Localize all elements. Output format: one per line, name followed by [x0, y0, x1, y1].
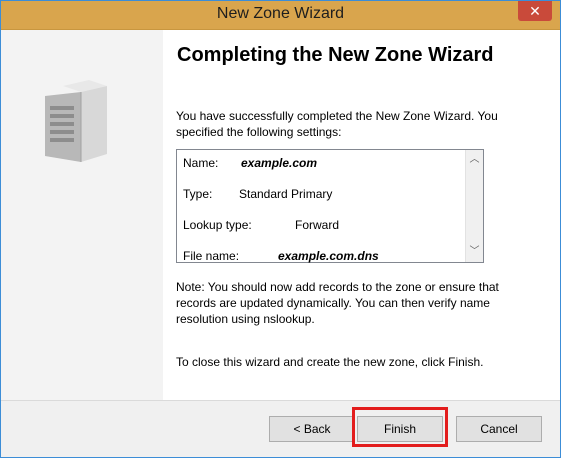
setting-value: example.com.dns: [278, 249, 379, 263]
setting-value: Forward: [295, 218, 340, 232]
setting-label: Lookup type:: [183, 218, 252, 232]
close-button[interactable]: ✕: [518, 1, 552, 21]
vertical-scrollbar[interactable]: ︿ ﹀: [465, 150, 483, 262]
wizard-sidebar: [1, 30, 163, 400]
footer-divider: [1, 400, 560, 401]
intro-text: You have successfully completed the New …: [176, 109, 498, 139]
server-icon: [45, 80, 107, 162]
setting-row-file-name: File name: example.com.dns: [183, 249, 379, 263]
setting-row-name: Name: example.com: [183, 156, 317, 170]
back-button[interactable]: < Back: [269, 416, 355, 442]
title-bar[interactable]: New Zone Wizard ✕: [1, 1, 560, 30]
cancel-button[interactable]: Cancel: [456, 416, 542, 442]
setting-label: Type:: [183, 187, 213, 201]
wizard-content: Completing the New Zone Wizard You have …: [163, 30, 560, 400]
close-icon: ✕: [529, 3, 541, 19]
scroll-down-icon[interactable]: ﹀: [466, 244, 483, 260]
setting-label: File name:: [183, 249, 240, 263]
page-title: Completing the New Zone Wizard: [177, 44, 494, 66]
setting-row-lookup-type: Lookup type: Forward: [183, 218, 339, 232]
setting-label: Name:: [183, 156, 219, 170]
finish-highlight-box: [352, 407, 448, 447]
settings-summary-list[interactable]: Name: example.com Type: Standard Primary…: [176, 149, 484, 263]
setting-row-type: Type: Standard Primary: [183, 187, 332, 201]
window-title: New Zone Wizard: [216, 5, 345, 22]
close-instruction-text: To close this wizard and create the new …: [176, 355, 484, 369]
setting-value: example.com: [241, 156, 318, 170]
wizard-window: New Zone Wizard ✕ Completing the New Zon…: [0, 0, 561, 458]
setting-value: Standard Primary: [239, 187, 333, 201]
note-text: Note: You should now add records to the …: [176, 280, 499, 326]
scroll-up-icon[interactable]: ︿: [466, 152, 483, 168]
